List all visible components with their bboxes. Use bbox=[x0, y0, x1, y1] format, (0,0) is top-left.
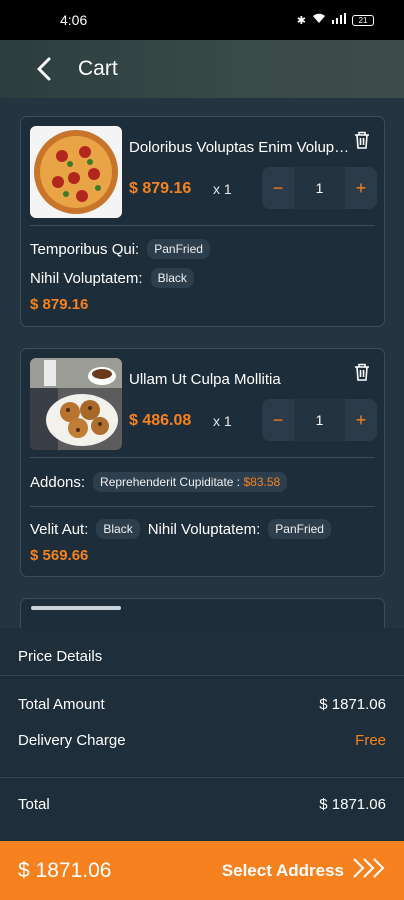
quantity-value: 1 bbox=[294, 399, 345, 441]
quantity-label: x 1 bbox=[213, 413, 232, 429]
option-label: Temporibus Qui: bbox=[30, 240, 140, 258]
item-name: Doloribus Voluptas Enim Voluptatem bbox=[129, 139, 351, 156]
total-amount-value: $ 1871.06 bbox=[319, 696, 386, 713]
divider bbox=[30, 457, 375, 458]
option-chip: PanFried bbox=[147, 239, 210, 259]
addons-row: Addons: Reprehenderit Cupiditate : $83.5… bbox=[30, 472, 295, 492]
quantity-value: 1 bbox=[294, 167, 345, 209]
signal-icon bbox=[332, 13, 346, 27]
divider bbox=[30, 506, 375, 507]
pizza-image bbox=[30, 126, 122, 218]
delivery-label: Delivery Charge bbox=[18, 732, 126, 749]
quantity-stepper: − 1 + bbox=[262, 167, 377, 209]
delete-icon[interactable] bbox=[354, 363, 372, 383]
option-row: Nihil Voluptatem: Black bbox=[30, 268, 202, 288]
item-name: Ullam Ut Culpa Mollitia bbox=[129, 371, 281, 388]
option-chip: Black bbox=[150, 268, 194, 288]
battery-icon: 21 bbox=[352, 14, 374, 26]
delivery-row: Delivery Charge Free bbox=[18, 732, 386, 749]
status-bar: 4:06 ✱ 21 bbox=[0, 0, 404, 40]
select-address-label: Select Address bbox=[221, 860, 344, 880]
status-time: 4:06 bbox=[60, 12, 88, 28]
decrement-button[interactable]: − bbox=[262, 167, 294, 209]
bluetooth-icon: ✱ bbox=[296, 14, 306, 27]
increment-button[interactable]: + bbox=[345, 167, 377, 209]
wifi-icon bbox=[312, 13, 326, 27]
divider bbox=[30, 225, 375, 226]
card-edge bbox=[31, 606, 121, 610]
checkout-footer: $ 1871.06 Select Address bbox=[0, 841, 404, 900]
total-row: Total $ 1871.06 bbox=[18, 796, 386, 813]
cart-item-card: Ullam Ut Culpa Mollitia $ 486.08 x 1 − 1… bbox=[20, 348, 385, 577]
divider bbox=[0, 777, 404, 778]
item-price: $ 879.16 bbox=[129, 180, 192, 197]
total-amount-row: Total Amount $ 1871.06 bbox=[18, 696, 386, 713]
price-details-title: Price Details bbox=[18, 648, 103, 665]
select-address-button[interactable]: Select Address bbox=[222, 857, 386, 884]
item-price: $ 486.08 bbox=[129, 412, 192, 429]
total-label: Total bbox=[18, 796, 50, 813]
quantity-stepper: − 1 + bbox=[262, 399, 377, 441]
addon-chip: Reprehenderit Cupiditate : $83.58 bbox=[93, 472, 288, 492]
addons-label: Addons: bbox=[30, 473, 86, 491]
total-amount-label: Total Amount bbox=[18, 696, 105, 713]
cart-item-card-partial bbox=[20, 598, 385, 628]
option-row: Velit Aut: Black Nihil Voluptatem: PanFr… bbox=[30, 519, 339, 539]
chevrons-right-icon bbox=[352, 857, 386, 884]
status-icons: ✱ 21 bbox=[297, 13, 374, 27]
app-bar: Cart bbox=[0, 40, 404, 98]
page-title: Cart bbox=[78, 57, 118, 80]
option-chip: PanFried bbox=[268, 519, 331, 539]
quantity-label: x 1 bbox=[213, 181, 232, 197]
footer-total: $ 1871.06 bbox=[18, 858, 112, 882]
option-chip: Black bbox=[96, 519, 140, 539]
option-label: Nihil Voluptatem: bbox=[30, 269, 143, 287]
delete-icon[interactable] bbox=[354, 131, 372, 151]
cookies-image bbox=[30, 358, 122, 450]
total-value: $ 1871.06 bbox=[319, 796, 386, 813]
decrement-button[interactable]: − bbox=[262, 399, 294, 441]
back-arrow-icon[interactable] bbox=[24, 49, 64, 89]
addon-name: Reprehenderit Cupiditate : bbox=[100, 475, 241, 489]
option-row: Temporibus Qui: PanFried bbox=[30, 239, 218, 259]
option-label: Nihil Voluptatem: bbox=[147, 520, 261, 538]
item-subtotal: $ 569.66 bbox=[30, 547, 89, 564]
option-label: Velit Aut: bbox=[30, 520, 89, 538]
cart-item-card: Doloribus Voluptas Enim Voluptatem $ 879… bbox=[20, 116, 385, 327]
price-details-panel: Price Details Total Amount $ 1871.06 Del… bbox=[0, 628, 404, 841]
cart-list[interactable]: Doloribus Voluptas Enim Voluptatem $ 879… bbox=[0, 98, 404, 628]
delivery-value: Free bbox=[355, 732, 386, 749]
item-subtotal: $ 879.16 bbox=[30, 296, 89, 313]
addon-price: $83.58 bbox=[243, 475, 281, 489]
divider bbox=[0, 675, 404, 676]
increment-button[interactable]: + bbox=[345, 399, 377, 441]
